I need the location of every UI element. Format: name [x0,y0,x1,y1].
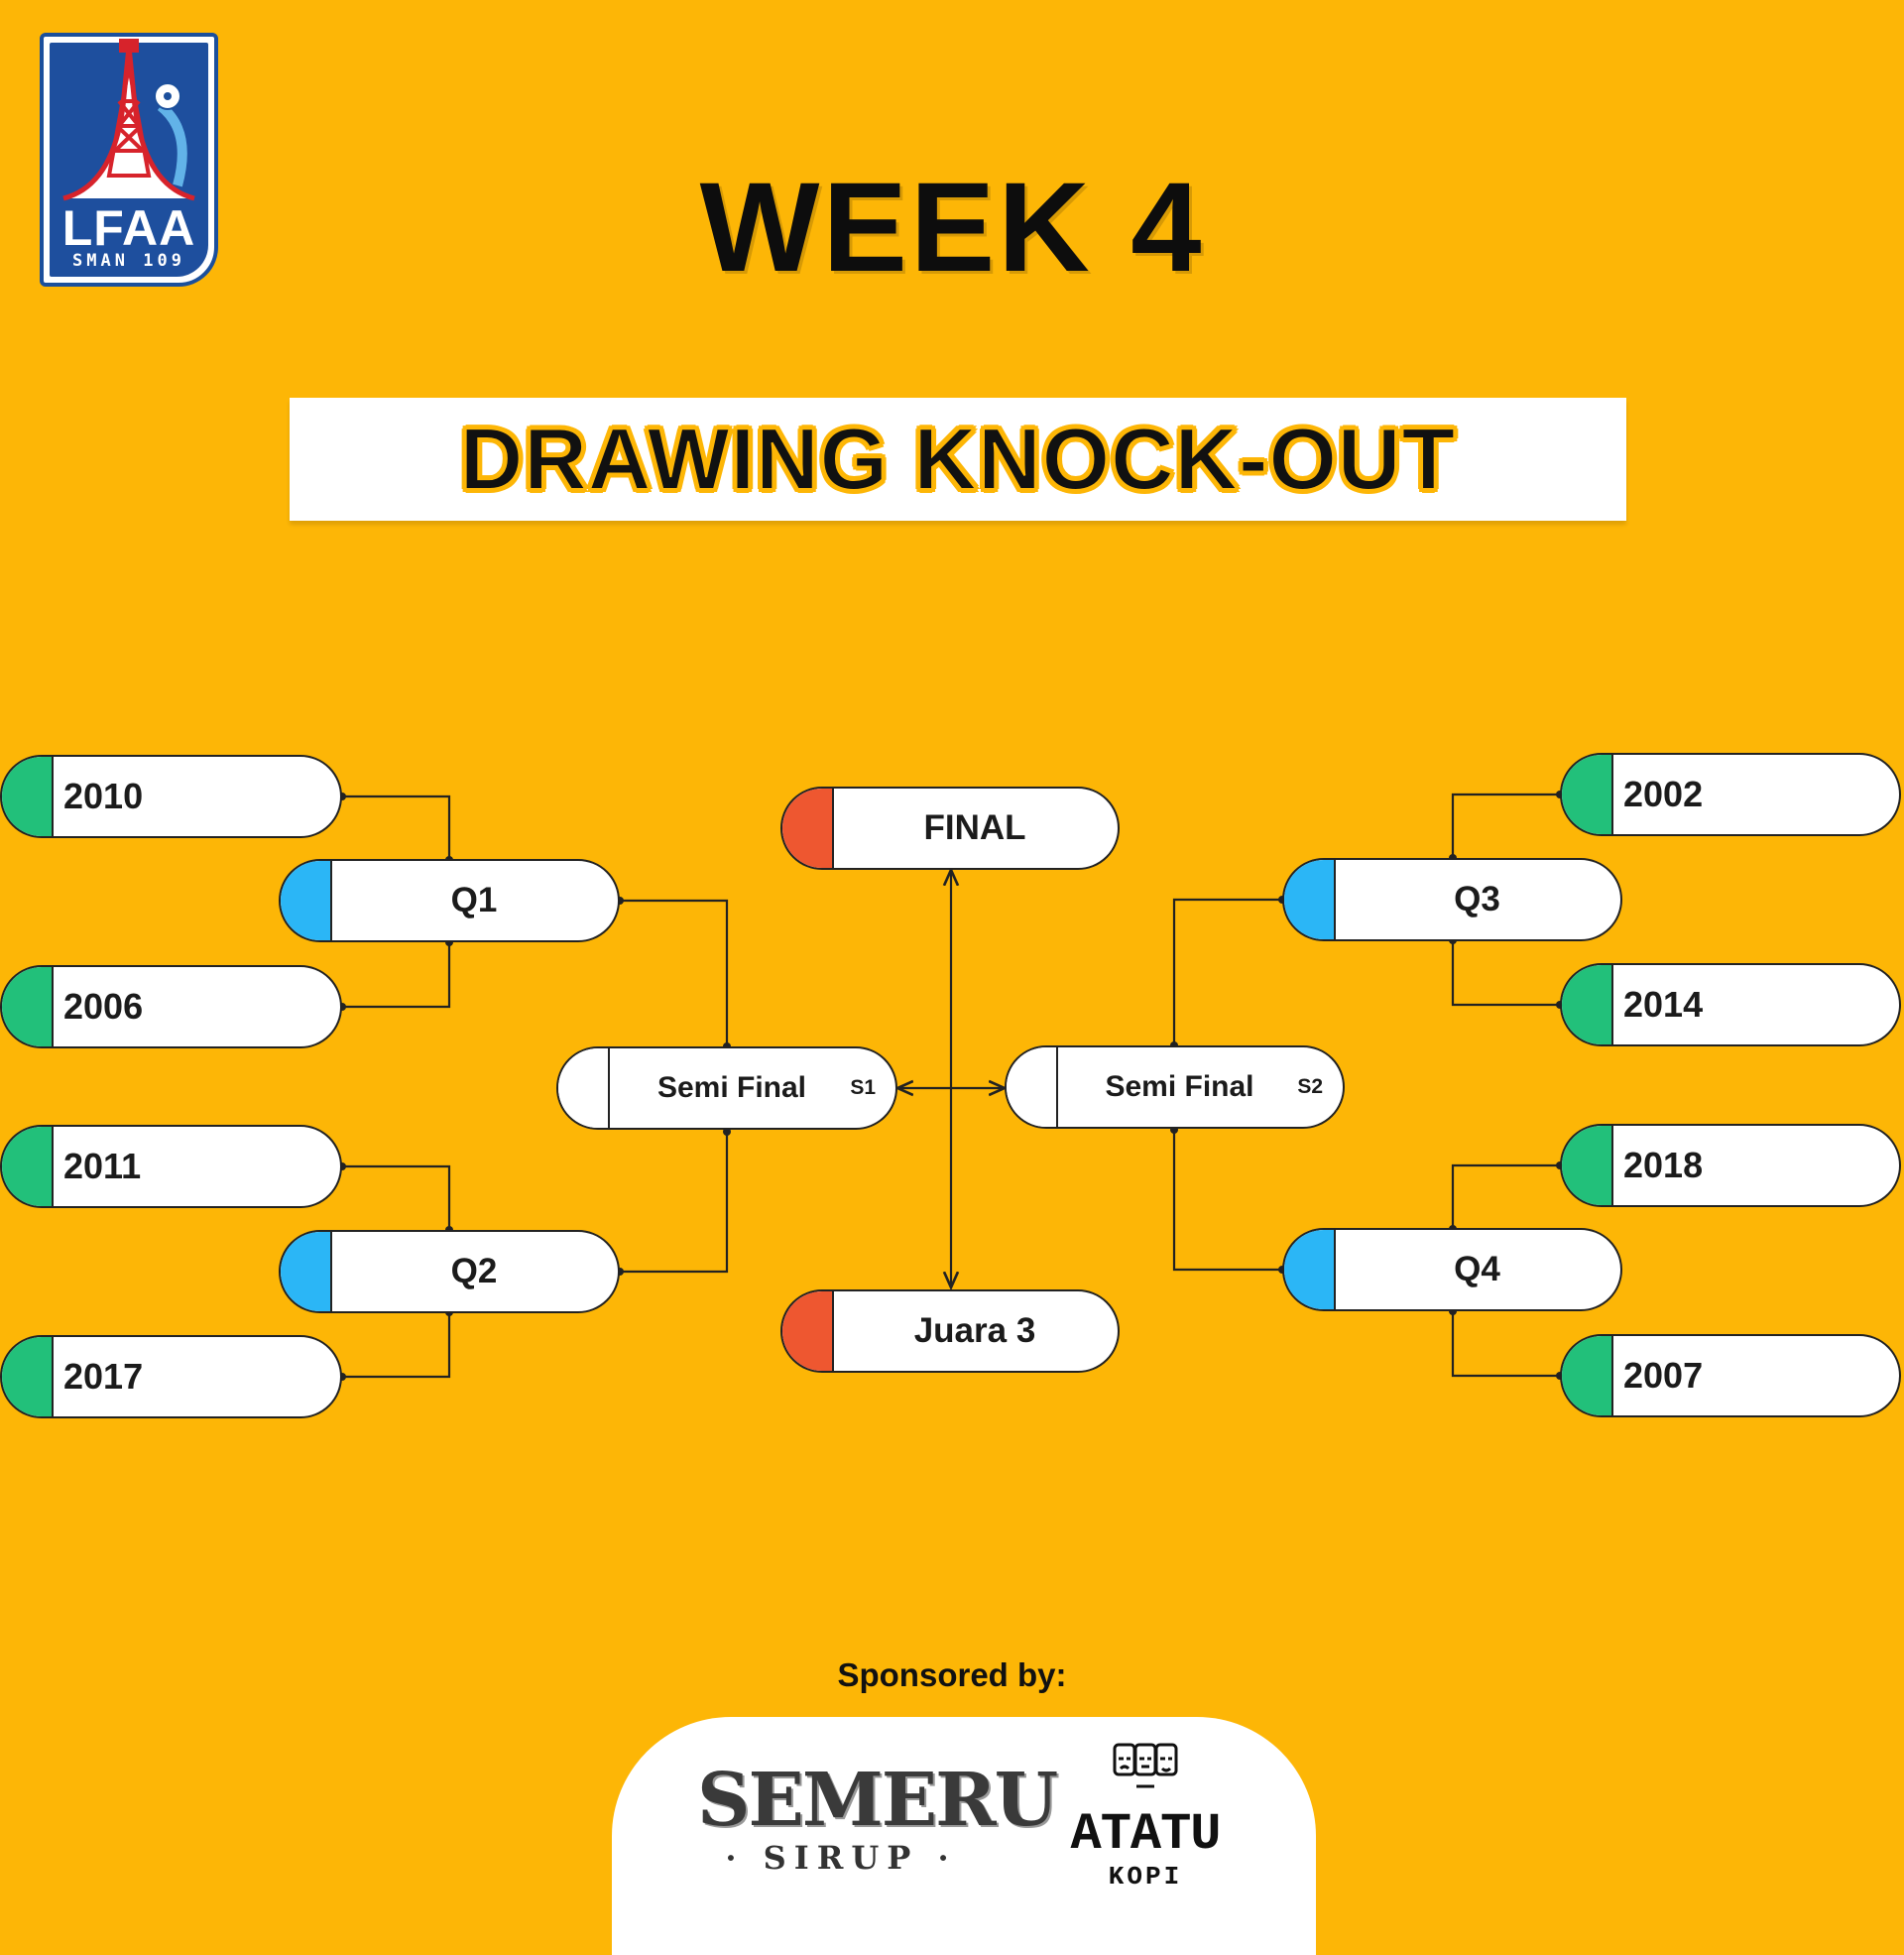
team-label: 2014 [1623,984,1704,1025]
bracket-lines [338,791,1564,1381]
final-slot: FINAL [780,787,1120,870]
sponsor-name: ATATU [1070,1805,1221,1864]
team-slot-2011: 2011 [0,1125,342,1208]
line-q3-s2 [1172,898,1282,1045]
atatu-kopi-logo: ATATU KOPI [1041,1739,1250,1892]
semi-label: Semi Final [656,1071,807,1104]
line-2014-q3 [1451,940,1560,1007]
quarter-q4: Q4 [1282,1228,1622,1311]
line-2002-q3 [1451,793,1560,858]
poster: LFAA SMAN 109 WEEK 4 DRAWING KNOCK-OUT 2… [0,0,1904,1955]
team-label: 2006 [63,986,144,1027]
sponsor-name: SEMERU [697,1758,1058,1843]
quarter-q3: Q3 [1282,858,1622,941]
semi-tag: S2 [1297,1075,1323,1098]
line-2007-q4 [1451,1311,1560,1378]
third-place-slot: Juara 3 [780,1289,1120,1373]
quarter-q1: Q1 [279,859,620,942]
team-slot-2007: 2007 [1560,1334,1901,1417]
line-2011-q2 [342,1164,451,1230]
team-label: 2011 [63,1146,142,1186]
semi-final-s2: Semi Final S2 [1005,1045,1345,1129]
masks-icon [1113,1743,1178,1788]
quarter-label: Q3 [1454,880,1500,918]
final-label: FINAL [923,808,1026,847]
team-label: 2002 [1623,774,1704,814]
line-q2-s1 [620,1132,729,1274]
line-2006-q1 [342,942,451,1009]
line-q1-s1 [620,899,729,1046]
semi-tag: S1 [850,1076,876,1099]
quarter-label: Q2 [450,1252,498,1290]
sponsor-sub: · SIRUP · [725,1839,957,1877]
semeru-sirup-logo: SEMERU · SIRUP · [697,1758,1058,1877]
line-2010-q1 [342,794,451,860]
semi-final-s1: Semi Final S1 [556,1046,897,1130]
sponsor-sub: KOPI [1108,1862,1183,1892]
quarter-label: Q1 [450,881,498,919]
quarter-q2: Q2 [279,1230,620,1313]
line-q4-s2 [1172,1130,1282,1272]
team-slot-2002: 2002 [1560,753,1901,836]
team-slot-2014: 2014 [1560,963,1901,1046]
line-2018-q4 [1451,1163,1560,1229]
line-2017-q2 [342,1312,451,1379]
third-place-label: Juara 3 [913,1311,1036,1350]
team-slot-2018: 2018 [1560,1124,1901,1207]
team-label: 2007 [1623,1355,1704,1396]
team-label: 2017 [63,1356,144,1397]
sponsored-by-heading: Sponsored by: [837,1656,1067,1693]
team-label: 2010 [63,776,144,816]
team-slot-2017: 2017 [0,1335,342,1418]
semi-label: Semi Final [1105,1070,1254,1103]
team-slot-2006: 2006 [0,965,342,1048]
team-slot-2010: 2010 [0,755,342,838]
team-label: 2018 [1623,1145,1704,1185]
quarter-label: Q4 [1454,1250,1500,1288]
